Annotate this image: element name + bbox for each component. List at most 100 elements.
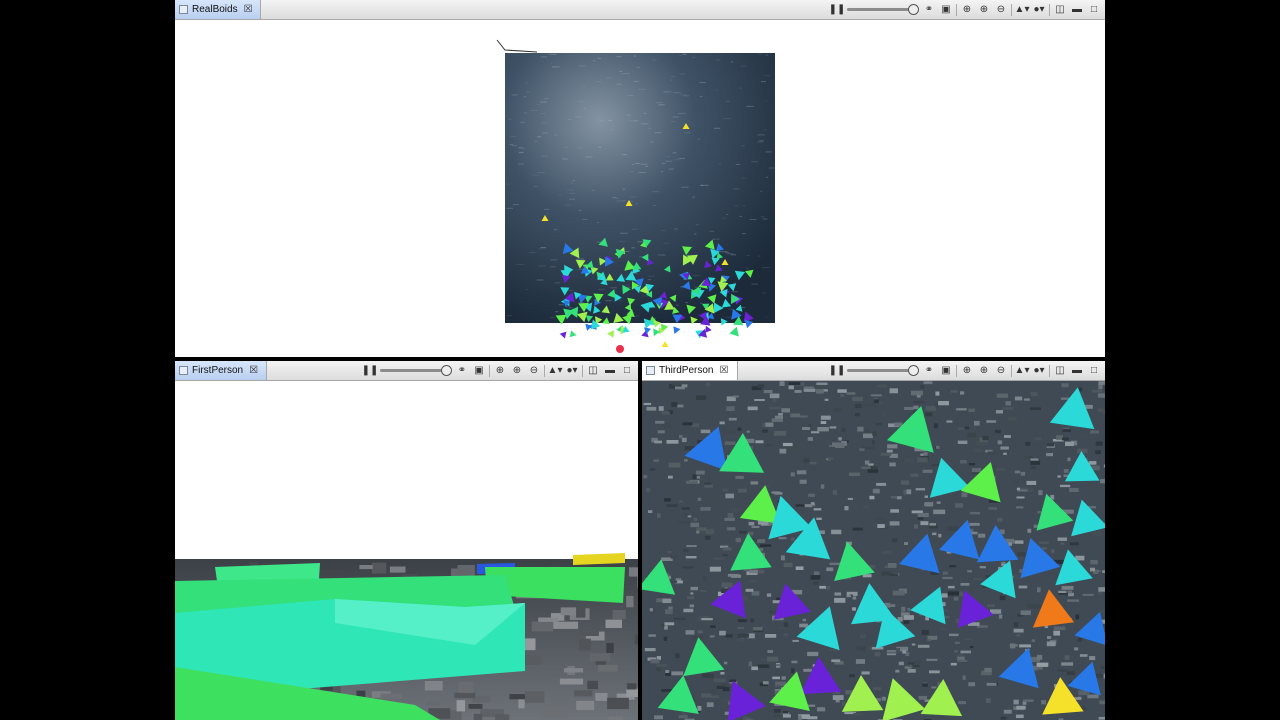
maximize-icon[interactable]: □ [1087,3,1101,16]
realboids-display[interactable] [175,20,1105,357]
wave [1020,610,1031,615]
wave [922,683,928,687]
wave [650,659,660,664]
wave [1102,570,1105,573]
maximize-icon[interactable]: □ [620,364,634,377]
camera-icon[interactable]: ▣ [939,364,953,377]
close-icon[interactable]: ☒ [244,4,253,15]
render-mode-icon[interactable]: ●▾ [565,364,579,377]
pause-icon[interactable]: ❚❚ [829,3,846,16]
wave [671,671,684,676]
zoom-fit-icon[interactable]: ⊕ [960,364,974,377]
camera-icon[interactable]: ▣ [939,3,953,16]
wave [780,555,785,561]
close-icon[interactable]: ☒ [719,365,728,376]
minimize-icon[interactable]: ▬ [1070,364,1084,377]
wave [979,566,986,569]
wave [1100,609,1105,613]
wave [986,420,997,423]
pause-icon[interactable]: ❚❚ [362,364,379,377]
zoom-in-icon[interactable]: ⊕ [977,364,991,377]
thirdperson-display[interactable] [642,381,1105,720]
viewpoint-menu-icon[interactable]: ▲▾ [548,364,563,377]
zoom-fit-icon[interactable]: ⊕ [960,3,974,16]
speed-slider[interactable] [380,364,452,377]
sparkle [749,219,757,220]
zoom-in-icon[interactable]: ⊕ [510,364,524,377]
wave [649,608,653,612]
wave [917,457,928,463]
sparkle [763,75,771,77]
camera-icon[interactable]: ▣ [472,364,486,377]
wave [935,391,940,396]
wave [803,668,812,672]
wave [1098,591,1102,595]
link-icon[interactable]: ⚭ [455,364,469,377]
link-icon[interactable]: ⚭ [922,3,936,16]
tab-firstperson[interactable]: FirstPerson ☒ [175,361,267,380]
wave [911,510,923,514]
wave [882,412,886,415]
layout-icon[interactable]: ◫ [1053,3,1067,16]
wave [751,525,760,528]
pause-icon[interactable]: ❚❚ [829,364,846,377]
layout-icon[interactable]: ◫ [1053,364,1067,377]
firstperson-display[interactable] [175,381,638,720]
wave [774,415,783,419]
render-mode-icon[interactable]: ●▾ [1032,3,1046,16]
wave [915,488,926,491]
render-mode-icon[interactable]: ●▾ [1032,364,1046,377]
zoom-out-icon[interactable]: ⊖ [527,364,541,377]
viewpoint-menu-icon[interactable]: ▲▾ [1015,364,1030,377]
wave [767,656,779,662]
wave [969,463,976,466]
wave [713,557,725,560]
wave [934,423,938,429]
minimize-icon[interactable]: ▬ [1070,3,1084,16]
wave [765,422,774,427]
close-icon[interactable]: ☒ [249,365,258,376]
link-icon[interactable]: ⚭ [922,364,936,377]
sparkle [564,146,568,148]
wave [849,472,860,476]
layout-icon[interactable]: ◫ [586,364,600,377]
wave [704,482,712,485]
wave [675,653,680,659]
wave [882,550,892,555]
wave [1029,407,1041,410]
wave [947,591,960,596]
zoom-in-icon[interactable]: ⊕ [977,3,991,16]
sparkle [619,71,622,72]
sparkle [565,306,570,308]
wave [810,575,821,580]
realboids-canvas[interactable] [175,20,1105,357]
speed-slider[interactable] [847,364,919,377]
sparkle [517,163,524,165]
sparkle [511,145,518,147]
wave [742,595,748,601]
ground-patch [457,565,475,577]
sparkle [540,101,547,103]
wave [783,633,788,636]
sparkle [530,109,538,111]
sparkle [546,213,549,215]
viewpoint-menu-icon[interactable]: ▲▾ [1015,3,1030,16]
wave [758,569,765,574]
zoom-out-icon[interactable]: ⊖ [994,364,1008,377]
wave [792,639,799,642]
sparkle [673,159,681,161]
wave [880,452,892,456]
tab-realboids[interactable]: RealBoids ☒ [175,0,261,19]
firstperson-canvas[interactable] [175,381,638,720]
wave [899,510,906,515]
wave [783,711,789,714]
speed-slider[interactable] [847,3,919,16]
thirdperson-canvas[interactable] [642,381,1105,720]
tab-thirdperson[interactable]: ThirdPerson ☒ [642,361,738,380]
minimize-icon[interactable]: ▬ [603,364,617,377]
zoom-out-icon[interactable]: ⊖ [994,3,1008,16]
zoom-fit-icon[interactable]: ⊕ [493,364,507,377]
sparkle [537,172,545,174]
maximize-icon[interactable]: □ [1087,364,1101,377]
wave [762,681,769,685]
